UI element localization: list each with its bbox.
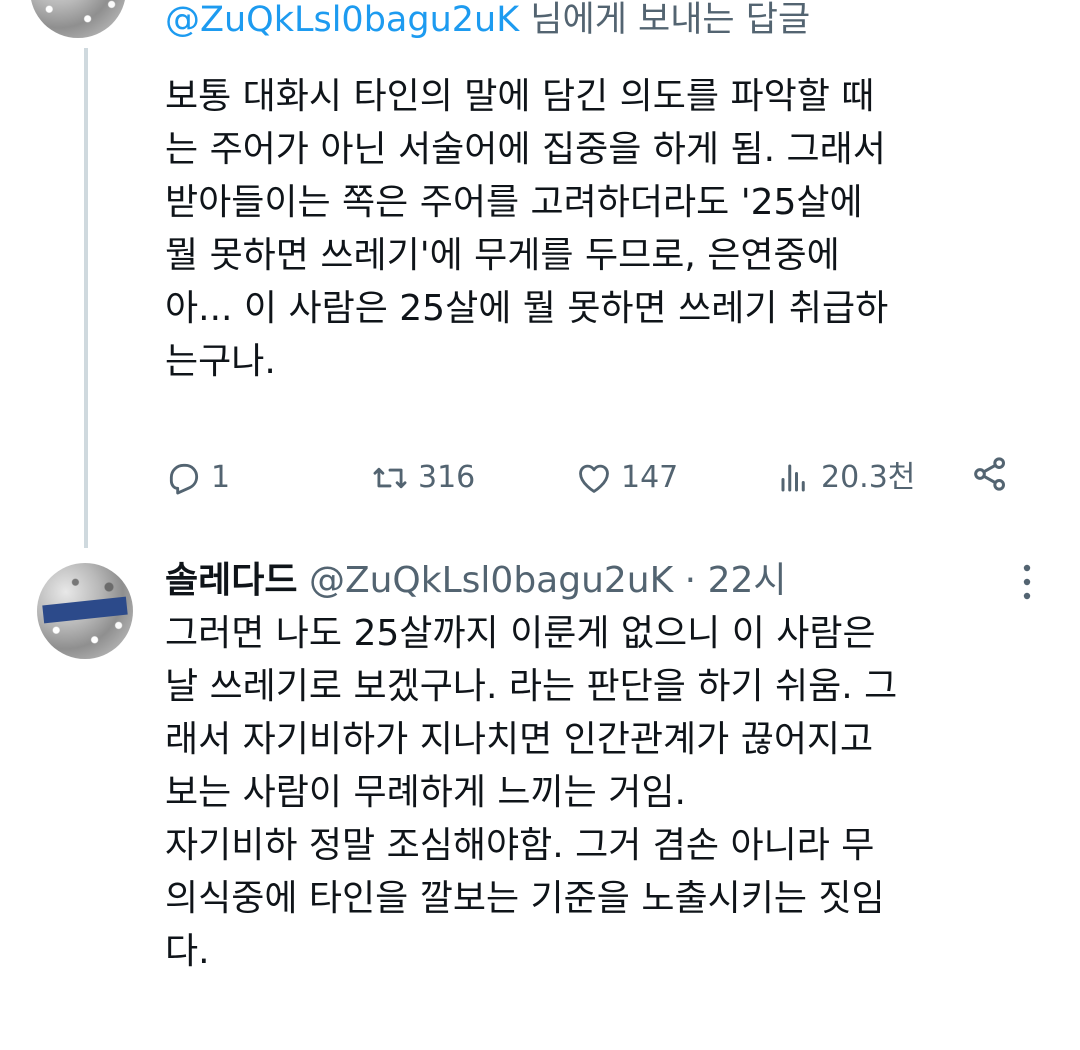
like-count: 147 (621, 460, 679, 495)
header-separator: · (673, 560, 708, 601)
reply-button[interactable]: 1 (165, 452, 230, 504)
tweet-action-bar: 1 316 147 20.3천 (165, 452, 1045, 504)
reply-count: 1 (211, 460, 231, 495)
views-count: 20.3천 (821, 460, 916, 495)
tweet-header: 솔레다드 @ZuQkLsl0bagu2uK · 22시 (165, 555, 787, 607)
retweet-icon (373, 467, 407, 489)
reply-icon (169, 463, 199, 495)
views-button[interactable]: 20.3천 (777, 452, 915, 504)
avatar-image (30, 0, 126, 38)
author-name[interactable]: 솔레다드 (165, 560, 297, 601)
like-button[interactable]: 147 (575, 452, 678, 504)
reply-context-label: 님에게 보내는 답글 (519, 0, 811, 40)
replying-to-context: @ZuQkLsl0bagu2uK 님에게 보내는 답글 (165, 0, 810, 46)
thread-connector-line (84, 48, 88, 548)
author-handle[interactable]: @ZuQkLsl0bagu2uK (309, 560, 673, 601)
more-options-button[interactable] (1012, 560, 1042, 604)
reply-mention-link[interactable]: @ZuQkLsl0bagu2uK (165, 0, 519, 40)
share-button[interactable] (970, 454, 1010, 494)
tweet-text: 보통 대화시 타인의 말에 담긴 의도를 파악할 때 는 주어가 아닌 서술어에… (165, 76, 889, 382)
author-avatar[interactable] (30, 0, 126, 38)
retweet-button[interactable]: 316 (370, 452, 475, 504)
share-icon (974, 457, 1005, 491)
heart-icon (579, 464, 609, 493)
author-avatar[interactable] (37, 563, 133, 659)
tweet-timestamp[interactable]: 22시 (708, 560, 787, 601)
tweet-text: 그러면 나도 25살까지 이룬게 없으니 이 사람은 날 쓰레기로 보겠구나. … (165, 613, 898, 972)
views-icon (781, 464, 805, 492)
retweet-count: 316 (418, 460, 476, 495)
more-vertical-icon (1023, 564, 1031, 600)
avatar-image (37, 563, 133, 659)
